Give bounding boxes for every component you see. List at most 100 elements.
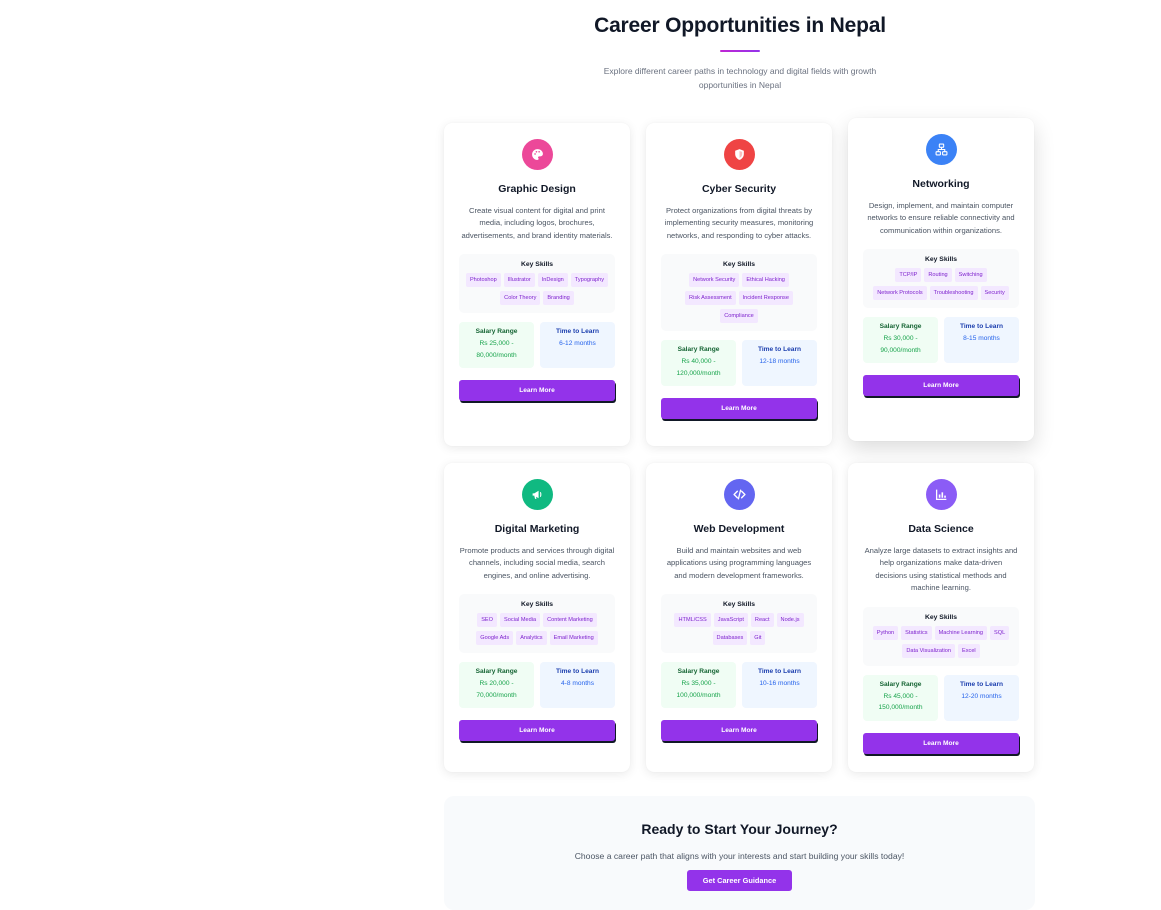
- time-to-learn-box: Time to Learn 12-18 months: [742, 340, 817, 387]
- time-to-learn-label: Time to Learn: [959, 323, 1004, 331]
- cta-text: Choose a career path that aligns with yo…: [574, 851, 905, 861]
- skill-tag: Excel: [958, 643, 980, 658]
- career-stats: Salary Range Rs 30,000 - 90,000/month Ti…: [863, 317, 1019, 364]
- time-to-learn-label: Time to Learn: [555, 668, 600, 676]
- skill-tag: Data Visualization: [902, 643, 955, 658]
- skill-tag: Content Marketing: [543, 613, 597, 628]
- time-to-learn-box: Time to Learn 8-15 months: [944, 317, 1019, 364]
- code-icon: [732, 489, 746, 500]
- skill-tag: Security: [980, 286, 1009, 301]
- skill-tag: SQL: [990, 625, 1010, 640]
- skill-tags: Network Security Ethical Hacking Risk Asse…: [667, 273, 811, 324]
- salary-range-label: Salary Range: [677, 346, 720, 354]
- skill-tag: Statistics: [901, 625, 932, 640]
- career-title: Data Science: [908, 523, 974, 535]
- key-skills-box: Key Skills HTML/CSS JavaScript React Node.j…: [661, 594, 817, 654]
- salary-range-box: Salary Range Rs 35,000 - 100,000/month: [661, 662, 736, 709]
- salary-range-box: Salary Range Rs 40,000 - 120,000/month: [661, 340, 736, 387]
- skill-tag: Typography: [570, 273, 609, 288]
- salary-range-box: Salary Range Rs 30,000 - 90,000/month: [863, 317, 938, 364]
- skill-tag: Incident Response: [738, 291, 793, 306]
- skill-tag: JavaScript: [713, 613, 748, 628]
- time-to-learn-label: Time to Learn: [757, 346, 802, 354]
- career-description: Protect organizations from digital threa…: [664, 206, 814, 240]
- shield-icon: [734, 149, 744, 160]
- salary-range-value: Rs 25,000 - 80,000/month: [476, 340, 517, 359]
- skill-tag: Illustrator: [503, 273, 535, 288]
- get-career-guidance-button[interactable]: Get Career Guidance: [686, 870, 793, 891]
- career-title: Cyber Security: [701, 183, 777, 195]
- chart-icon: [935, 489, 946, 501]
- career-description: Analyze large datasets to extract insigh…: [864, 546, 1018, 593]
- skill-tag: TCP/IP: [895, 268, 922, 283]
- skill-tag: Risk Assessment: [685, 291, 736, 306]
- page-title: Career Opportunities in Nepal: [594, 14, 886, 37]
- learn-more-button[interactable]: Learn More: [863, 732, 1019, 754]
- career-card: Graphic Design Create visual content for…: [444, 123, 630, 446]
- time-to-learn-box: Time to Learn 4-8 months: [540, 662, 615, 709]
- skill-tag: Troubleshooting: [929, 286, 978, 301]
- title-divider: [720, 50, 760, 52]
- key-skills-label: Key Skills: [722, 601, 756, 609]
- career-description: Promote products and services through di…: [459, 546, 615, 580]
- time-to-learn-label: Time to Learn: [757, 668, 802, 676]
- skill-tag: Machine Learning: [934, 625, 988, 640]
- skill-tag: SEO: [477, 613, 498, 628]
- salary-range-value: Rs 45,000 - 150,000/month: [878, 692, 923, 712]
- salary-range-label: Salary Range: [677, 668, 720, 676]
- key-skills-label: Key Skills: [924, 256, 958, 264]
- cta-section: Ready to Start Your Journey? Choose a ca…: [444, 796, 1035, 910]
- skill-tags: Photoshop Illustrator InDesign Typography Co…: [465, 273, 609, 306]
- time-to-learn-value: 12-20 months: [961, 692, 1002, 700]
- career-title: Digital Marketing: [494, 523, 580, 535]
- career-description: Create visual content for digital and pr…: [461, 206, 613, 240]
- time-to-learn-value: 4-8 months: [561, 680, 594, 688]
- salary-range-value: Rs 35,000 - 100,000/month: [676, 680, 721, 699]
- learn-more-button[interactable]: Learn More: [863, 375, 1019, 397]
- skill-tag: Social Media: [500, 613, 541, 628]
- career-icon-badge: [521, 479, 553, 510]
- learn-more-button[interactable]: Learn More: [661, 720, 817, 742]
- career-icon-badge: [925, 479, 957, 510]
- salary-range-box: Salary Range Rs 45,000 - 150,000/month: [863, 674, 938, 721]
- career-card: Data Science Analyze large datasets to e…: [848, 463, 1034, 772]
- career-description: Build and maintain websites and web appl…: [666, 546, 812, 580]
- career-icon-badge: [925, 134, 957, 165]
- skill-tag: Google Ads: [476, 631, 514, 646]
- time-to-learn-box: Time to Learn 6-12 months: [540, 322, 615, 369]
- skill-tag: Network Protocols: [873, 286, 927, 301]
- cta-title: Ready to Start Your Journey?: [641, 821, 838, 837]
- career-card: Networking Design, implement, and mainta…: [848, 118, 1034, 441]
- career-description: Design, implement, and maintain computer…: [867, 201, 1015, 235]
- skill-tag: HTML/CSS: [674, 613, 711, 628]
- career-icon-badge: [723, 479, 755, 510]
- learn-more-button[interactable]: Learn More: [661, 398, 817, 420]
- career-card: Web Development Build and maintain websi…: [646, 463, 832, 772]
- time-to-learn-value: 8-15 months: [963, 335, 1000, 343]
- skill-tag: Switching: [954, 268, 987, 283]
- career-stats: Salary Range Rs 20,000 - 70,000/month Ti…: [459, 662, 615, 709]
- skill-tag: Branding: [543, 291, 574, 306]
- time-to-learn-value: 10-16 months: [759, 680, 800, 688]
- salary-range-label: Salary Range: [879, 680, 922, 688]
- salary-range-value: Rs 30,000 - 90,000/month: [880, 335, 921, 354]
- learn-more-button[interactable]: Learn More: [459, 720, 615, 742]
- page-header: Career Opportunities in Nepal Explore di…: [440, 0, 1040, 92]
- skill-tag: Email Marketing: [549, 631, 598, 646]
- skill-tag: Node.js: [776, 613, 804, 628]
- career-stats: Salary Range Rs 25,000 - 80,000/month Ti…: [459, 322, 615, 369]
- skill-tag: Analytics: [516, 631, 547, 646]
- skill-tags: HTML/CSS JavaScript React Node.js Databases G…: [667, 613, 811, 646]
- career-title: Web Development: [693, 523, 785, 535]
- skill-tag: Routing: [924, 268, 952, 283]
- skill-tag: Network Security: [689, 273, 740, 288]
- time-to-learn-box: Time to Learn 12-20 months: [944, 674, 1019, 721]
- time-to-learn-value: 6-12 months: [559, 340, 596, 348]
- key-skills-label: Key Skills: [520, 261, 554, 269]
- salary-range-value: Rs 40,000 - 120,000/month: [676, 358, 721, 377]
- salary-range-value: Rs 20,000 - 70,000/month: [476, 680, 517, 699]
- key-skills-label: Key Skills: [924, 613, 958, 621]
- skill-tag: InDesign: [537, 273, 568, 288]
- learn-more-button[interactable]: Learn More: [459, 380, 615, 402]
- key-skills-box: Key Skills Photoshop Illustrator InDesign T…: [459, 254, 615, 314]
